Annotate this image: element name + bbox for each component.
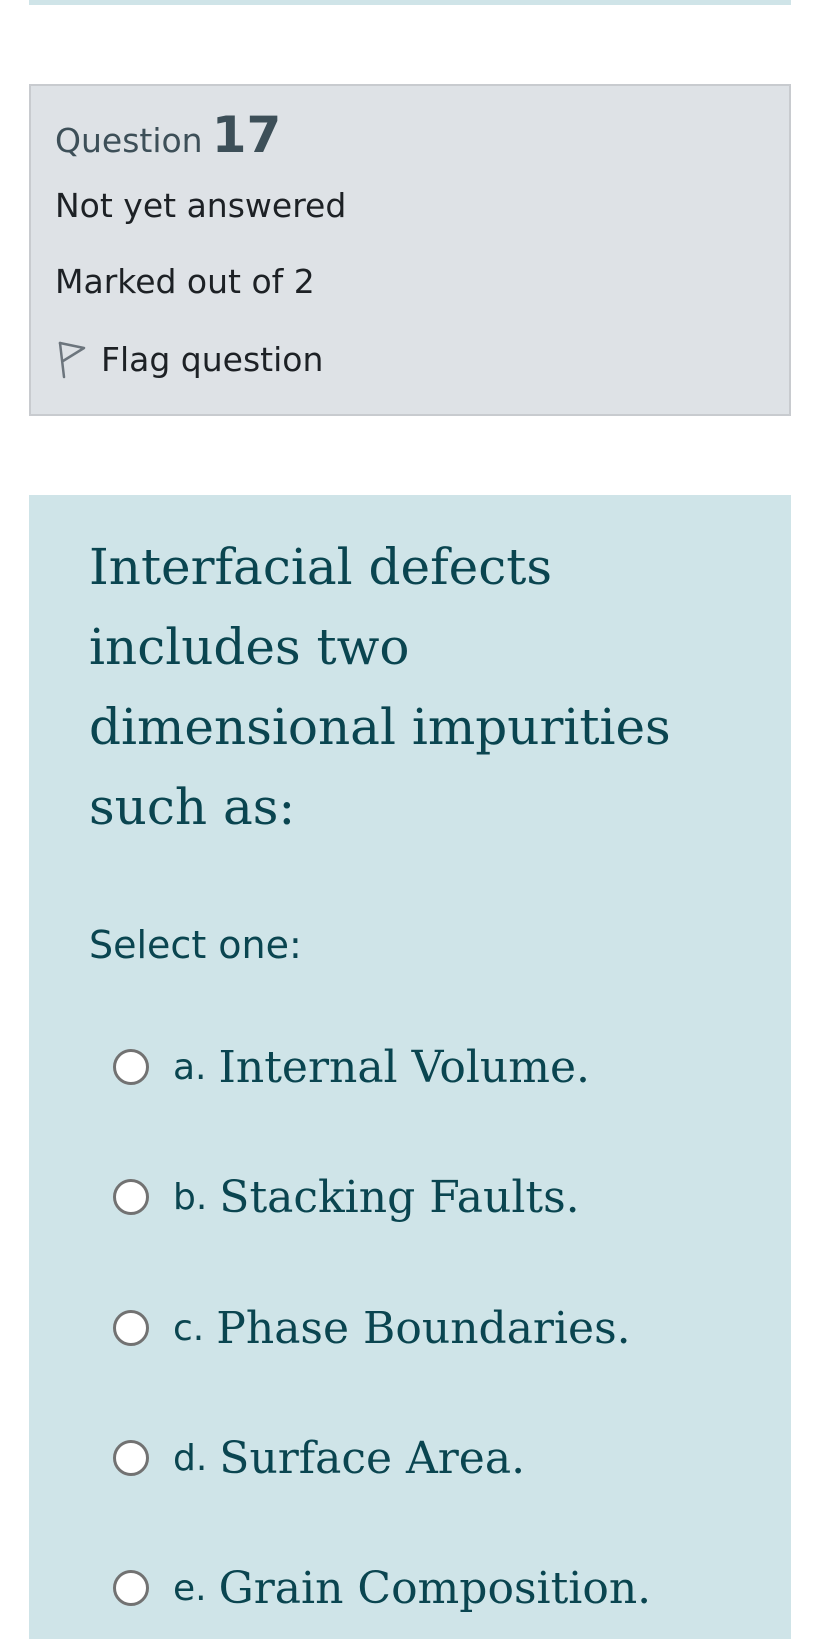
option-letter: d.	[173, 1437, 208, 1479]
option-text: Surface Area.	[219, 1432, 526, 1484]
quiz-page: Question 17 Not yet answered Marked out …	[0, 0, 820, 1639]
question-grade: Marked out of 2	[55, 262, 315, 301]
answer-option-e[interactable]: e. Grain Composition.	[113, 1548, 651, 1628]
option-letter: e.	[173, 1567, 207, 1609]
radio-button[interactable]	[113, 1310, 149, 1346]
radio-button[interactable]	[113, 1440, 149, 1476]
option-letter: b.	[173, 1176, 208, 1218]
flag-question-button[interactable]: Flag question	[55, 336, 323, 382]
answer-option-c[interactable]: c. Phase Boundaries.	[113, 1288, 631, 1368]
radio-button[interactable]	[113, 1570, 149, 1606]
answer-option-a[interactable]: a. Internal Volume.	[113, 1027, 590, 1107]
flag-question-label: Flag question	[101, 339, 324, 379]
option-text: Internal Volume.	[218, 1041, 591, 1093]
flag-outline-icon	[55, 339, 87, 379]
question-label: Question	[55, 121, 203, 160]
radio-button[interactable]	[113, 1179, 149, 1215]
option-text: Phase Boundaries.	[216, 1302, 631, 1354]
question-text: Interfacial defects includes two dimensi…	[89, 538, 671, 836]
select-one-prompt: Select one:	[89, 923, 302, 967]
question-state: Not yet answered	[55, 186, 347, 225]
option-text: Grain Composition.	[218, 1562, 652, 1614]
question-number: 17	[211, 106, 282, 164]
option-text: Stacking Faults.	[219, 1171, 580, 1223]
question-info-panel: Question 17 Not yet answered Marked out …	[29, 84, 791, 416]
radio-button[interactable]	[113, 1049, 149, 1085]
answer-option-d[interactable]: d. Surface Area.	[113, 1418, 525, 1498]
previous-question-panel-edge	[29, 0, 791, 5]
option-letter: a.	[173, 1046, 207, 1088]
question-content-panel: Interfacial defects includes two dimensi…	[29, 495, 791, 1639]
answer-option-b[interactable]: b. Stacking Faults.	[113, 1157, 580, 1237]
option-letter: c.	[173, 1307, 205, 1349]
question-heading: Question 17	[55, 106, 281, 164]
